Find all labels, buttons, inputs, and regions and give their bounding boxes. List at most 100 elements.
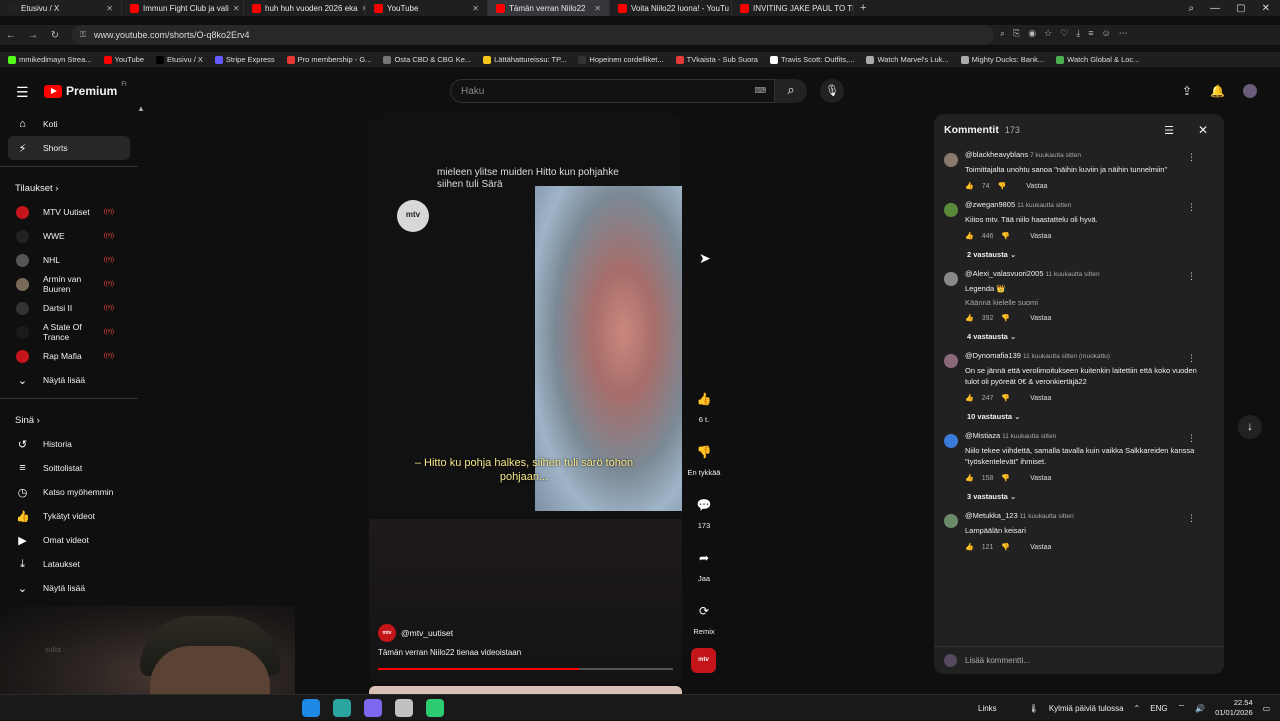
sound-source-avatar[interactable]: mtv [691, 648, 716, 673]
maximize-icon[interactable]: ▢ [1236, 3, 1245, 14]
browser-tab[interactable]: huh huh vuoden 2026 eka✕ [244, 0, 366, 16]
forward-icon[interactable]: → [22, 30, 44, 41]
thumbs-up-icon[interactable]: 👍 [965, 543, 974, 551]
comment-author[interactable]: @blackheavyblans [965, 150, 1028, 159]
sidebar-subscription[interactable]: NHL ((•)) [0, 248, 130, 272]
profile-icon[interactable]: ☺ [1102, 28, 1111, 39]
more-options-icon[interactable]: ⋮ [1187, 513, 1196, 524]
bookmark[interactable]: Watch Marvel's Luk... [866, 55, 949, 64]
thumbs-down-icon[interactable]: 👎 [998, 182, 1007, 190]
taskbar-app-icon[interactable] [364, 699, 382, 717]
dislike-button[interactable]: 👎 [692, 441, 716, 465]
you-heading[interactable]: Sinä › [0, 405, 138, 432]
browser-tab[interactable]: Immun Fight Club ja vali ✕ [122, 0, 244, 16]
replies-toggle[interactable]: 10 vastausta ⌄ [934, 412, 1224, 421]
search-input[interactable]: Haku ⌨ [450, 79, 775, 103]
browser-tab[interactable]: INVITING JAKE PAUL TO TI✕ [732, 0, 854, 16]
reply-button[interactable]: Vastaa [1026, 183, 1047, 190]
close-icon[interactable]: ✕ [1198, 123, 1208, 137]
thumbs-up-icon[interactable]: 👍 [965, 394, 974, 402]
minimize-icon[interactable]: — [1210, 3, 1220, 14]
sidebar-item-koti[interactable]: ⌂ Koti [0, 112, 130, 136]
bookmark[interactable]: mmikedimayn Strea... [8, 55, 92, 64]
sidebar-item[interactable]: ⌄ Näytä lisää [0, 576, 130, 600]
commenter-avatar[interactable] [944, 153, 958, 167]
subscriptions-heading[interactable]: Tilaukset › [0, 173, 138, 200]
commenter-avatar[interactable] [944, 203, 958, 217]
shorts-player[interactable]: mtv mieleen ylitse muiden Hitto kun pohj… [369, 114, 682, 684]
tab-close-icon[interactable]: ✕ [106, 4, 113, 13]
thumbs-down-icon[interactable]: 👎 [1001, 394, 1010, 402]
bookmark[interactable]: Stripe Express [214, 55, 275, 64]
sidebar-item[interactable]: 👍 Tykätyt videot [0, 504, 130, 528]
browser-tab[interactable]: Etusivu / X ✕ [0, 0, 122, 16]
extension-icon[interactable]: ⌕ [1000, 28, 1005, 39]
more-options-icon[interactable]: ⋮ [1187, 433, 1196, 444]
bookmark[interactable]: Osta CBD & CBG Ke... [383, 55, 471, 64]
taskbar-app-icon[interactable] [333, 699, 351, 717]
commenter-avatar[interactable] [944, 514, 958, 528]
notification-center-icon[interactable]: ▭ [1263, 704, 1271, 713]
bookmark[interactable]: Watch Global & Loc... [1056, 55, 1139, 64]
bookmark[interactable]: Pro membership - G... [286, 55, 371, 64]
create-icon[interactable]: ⇪ [1182, 84, 1192, 98]
downloads-icon[interactable]: ⤓ [1076, 28, 1080, 39]
new-tab-button[interactable]: + [854, 2, 872, 14]
comment-author[interactable]: @Dynomafia139 [965, 351, 1021, 360]
channel-avatar[interactable]: mtv [378, 624, 396, 642]
url-field[interactable]: ⚿ www.youtube.com/shorts/O-q8ko2Erv4 [72, 25, 994, 45]
show-more-subscriptions[interactable]: ⌄ Näytä lisää [0, 368, 130, 392]
taskbar-app-icon[interactable] [302, 699, 320, 717]
short-title[interactable]: Tämän verran Niilo22 tienaa videoistaan [378, 648, 521, 657]
extension-icon[interactable]: ☆ [1044, 28, 1052, 39]
video-frame[interactable]: mtv mieleen ylitse muiden Hitto kun pohj… [369, 114, 682, 519]
bookmark[interactable]: Mighty Ducks: Bank... [960, 55, 1044, 64]
thumbs-up-icon[interactable]: 👍 [965, 182, 974, 190]
bookmark[interactable]: YouTube [103, 55, 144, 64]
more-options-icon[interactable]: ⋮ [1187, 152, 1196, 163]
sidebar-item[interactable]: ▶ Omat videot [0, 528, 130, 552]
comment-time[interactable]: 11 kuukautta sitten [1046, 271, 1100, 278]
thumbs-up-icon[interactable]: 👍 [965, 314, 974, 322]
tab-close-icon[interactable]: ✕ [233, 4, 240, 13]
site-info-icon[interactable]: ⚿ [80, 30, 86, 40]
sidebar-item[interactable]: ↺ Historia [0, 432, 130, 456]
youtube-logo[interactable]: Premium FI [44, 82, 127, 98]
thumbs-down-icon[interactable]: 👎 [1001, 474, 1010, 482]
reload-icon[interactable]: ↻ [44, 30, 66, 41]
notifications-bell-icon[interactable]: 🔔 [1210, 84, 1225, 98]
back-icon[interactable]: ← [0, 30, 22, 41]
extension-icon[interactable]: ◉ [1028, 28, 1036, 39]
bookmark[interactable]: TVkaista - Sub Suora [675, 55, 758, 64]
sort-icon[interactable]: ☰ [1164, 124, 1174, 137]
comment-time[interactable]: 11 kuukautta sitten (muokattu) [1023, 353, 1110, 360]
next-short-button[interactable]: ↓ [1238, 415, 1262, 439]
add-comment-row[interactable]: Lisää kommentti... [934, 646, 1224, 674]
comment-author[interactable]: @Alexi_valasvuori2005 [965, 269, 1044, 278]
more-options-icon[interactable]: ⋮ [1187, 271, 1196, 282]
comment-time[interactable]: 7 kuukautta sitten [1030, 152, 1081, 159]
bookmark[interactable]: Lättähattureissu: TP... [483, 55, 566, 64]
sidebar-item[interactable]: ◷ Katso myöhemmin [0, 480, 130, 504]
clock[interactable]: 22.54 01/01/2026 [1215, 698, 1253, 718]
tab-close-icon[interactable]: ✕ [594, 4, 601, 13]
thumbs-up-icon[interactable]: 👍 [965, 232, 974, 240]
sidebar-subscription[interactable]: Armin van Buuren ((•)) [0, 272, 130, 296]
bookmark[interactable]: Hopeinen cordelliket... [578, 55, 664, 64]
comment-time[interactable]: 11 kuukautta sitten [1020, 513, 1074, 520]
voice-search-button[interactable]: 🎙 [820, 79, 844, 103]
sidebar-subscription[interactable]: Rap Mafia ((•)) [0, 344, 130, 368]
add-comment-input[interactable]: Lisää kommentti... [965, 656, 1030, 665]
search-tabs-icon[interactable]: ⌕ [1189, 3, 1195, 14]
sidebar-item[interactable]: ⤓ Lataukset [0, 552, 130, 576]
taskbar-app-icon[interactable] [395, 699, 413, 717]
search-button[interactable]: ⌕ [775, 79, 807, 103]
sidebar-item[interactable]: ≡ Soittolistat [0, 456, 130, 480]
browser-tab[interactable]: YouTube ✕ [366, 0, 488, 16]
comment-author[interactable]: @zwegan9805 [965, 200, 1015, 209]
thumbs-down-icon[interactable]: 👎 [1001, 232, 1010, 240]
extension-icon[interactable]: ⎘ [1013, 28, 1020, 39]
comment-author[interactable]: @Metukka_123 [965, 511, 1018, 520]
channel-handle[interactable]: @mtv_uutiset [401, 628, 453, 638]
like-button[interactable]: 👍 [692, 388, 716, 412]
